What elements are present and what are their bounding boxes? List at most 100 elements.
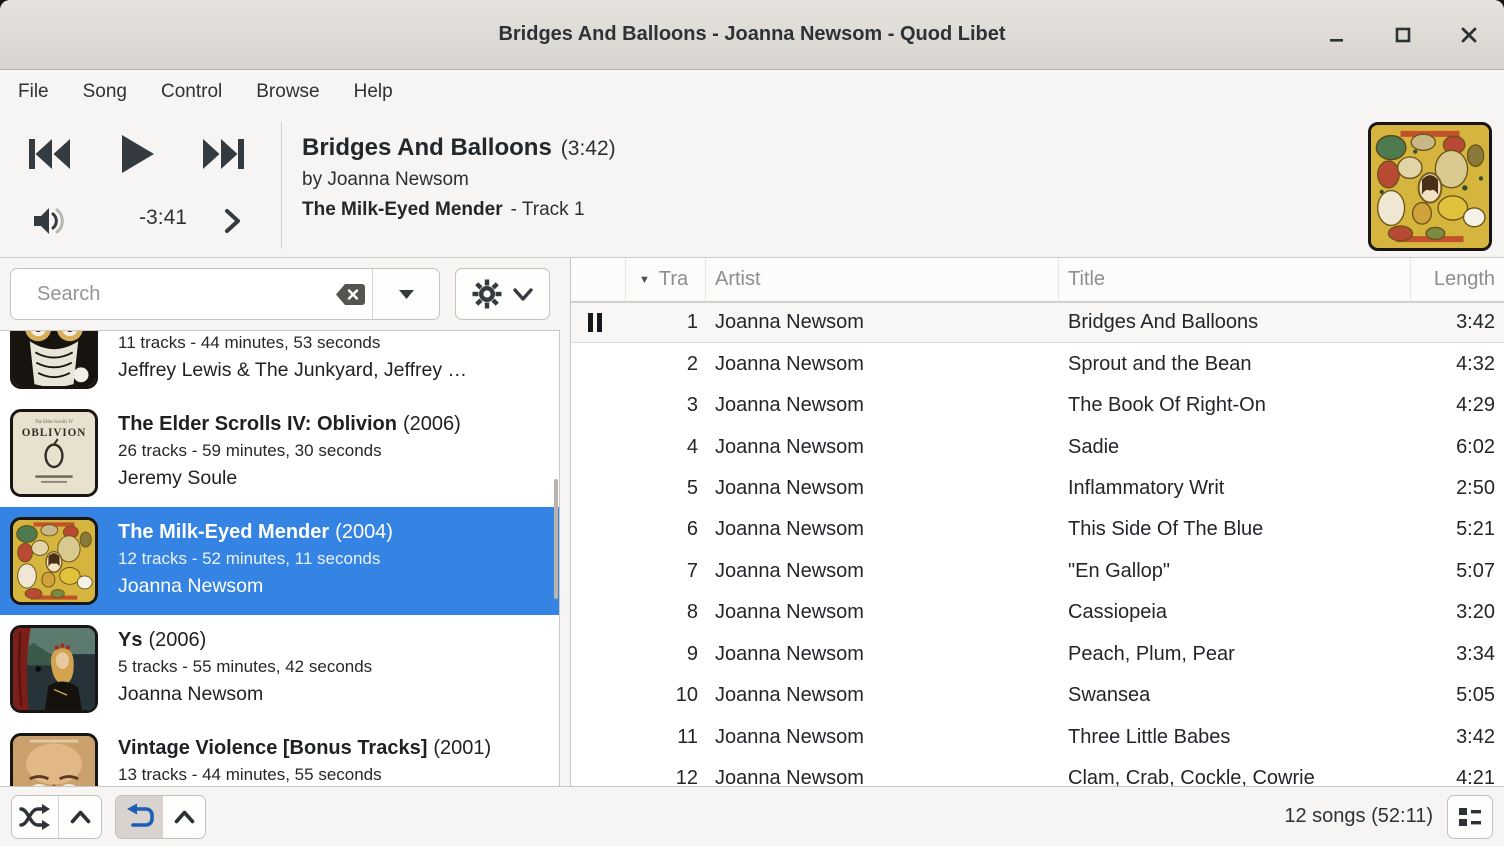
menu-browse[interactable]: Browse bbox=[239, 75, 336, 109]
album-browser-pane: 11 tracks - 44 minutes, 53 seconds Jeffr… bbox=[0, 258, 560, 786]
album-item-oblivion[interactable]: The Elder Scrolls IV OBLIVION The Elder … bbox=[0, 399, 559, 507]
playback-controls: -3:41 bbox=[0, 114, 281, 257]
cell-length: 5:05 bbox=[1411, 684, 1504, 707]
cell-title: Sadie bbox=[1059, 436, 1411, 459]
album-art-oblivion: The Elder Scrolls IV OBLIVION bbox=[10, 409, 98, 497]
repeat-control-group bbox=[115, 795, 206, 839]
minimize-icon bbox=[1328, 26, 1346, 44]
cell-title: Bridges And Balloons bbox=[1059, 311, 1411, 334]
album-list-scrollbar[interactable] bbox=[554, 479, 558, 599]
repeat-menu-button[interactable] bbox=[162, 796, 205, 838]
statusbar: 12 songs (52:11) bbox=[0, 786, 1504, 846]
cell-length: 3:42 bbox=[1411, 726, 1504, 749]
table-row[interactable]: 12 Joanna Newsom Clam, Crab, Cockle, Cow… bbox=[571, 758, 1504, 786]
shuffle-button[interactable] bbox=[12, 796, 58, 838]
album-art-ys bbox=[10, 625, 98, 713]
column-header-artist[interactable]: Artist bbox=[706, 258, 1059, 301]
cell-length: 5:21 bbox=[1411, 518, 1504, 541]
cell-title: Inflammatory Writ bbox=[1059, 477, 1411, 500]
album-item-ys[interactable]: Ys(2006) 5 tracks - 55 minutes, 42 secon… bbox=[0, 615, 559, 723]
minimize-button[interactable] bbox=[1324, 22, 1350, 48]
song-list-pane: ▼ Tra Artist Title Length 1 Joanna Newso… bbox=[570, 258, 1504, 786]
table-row[interactable]: 2 Joanna Newsom Sprout and the Bean 4:32 bbox=[571, 343, 1504, 384]
album-title: Vintage Violence [Bonus Tracks](2001) bbox=[118, 733, 491, 763]
cell-artist: Joanna Newsom bbox=[706, 560, 1059, 583]
table-row[interactable]: 3 Joanna Newsom The Book Of Right-On 4:2… bbox=[571, 385, 1504, 426]
pause-icon bbox=[588, 313, 603, 332]
chevron-right-icon bbox=[222, 208, 242, 234]
menu-file[interactable]: File bbox=[1, 75, 66, 109]
table-row[interactable]: 4 Joanna Newsom Sadie 6:02 bbox=[571, 426, 1504, 467]
cell-title: Three Little Babes bbox=[1059, 726, 1411, 749]
milk-eyed-mender-art bbox=[1371, 125, 1489, 248]
search-input[interactable] bbox=[11, 269, 328, 319]
column-header-playing[interactable] bbox=[571, 258, 626, 301]
close-button[interactable] bbox=[1456, 22, 1482, 48]
play-icon bbox=[116, 131, 158, 177]
play-button[interactable] bbox=[116, 131, 158, 182]
table-row[interactable]: 9 Joanna Newsom Peach, Plum, Pear 3:34 bbox=[571, 634, 1504, 675]
album-info: 26 tracks - 59 minutes, 30 seconds bbox=[118, 439, 461, 464]
gear-icon bbox=[472, 279, 502, 309]
column-header-length[interactable]: Length bbox=[1411, 258, 1504, 301]
time-remaining[interactable]: -3:41 bbox=[118, 206, 208, 230]
queue-toggle-button[interactable] bbox=[1447, 795, 1493, 839]
menu-song[interactable]: Song bbox=[66, 75, 144, 109]
album-art-vintage-violence bbox=[10, 733, 98, 786]
seek-menu-button[interactable] bbox=[222, 208, 242, 239]
column-header-title[interactable]: Title bbox=[1059, 258, 1411, 301]
album-item-vintage-violence[interactable]: Vintage Violence [Bonus Tracks](2001) 13… bbox=[0, 723, 559, 786]
search-history-dropdown[interactable] bbox=[373, 269, 439, 319]
album-item-jeffrey-lewis[interactable]: 11 tracks - 44 minutes, 53 seconds Jeffr… bbox=[0, 330, 559, 399]
cell-track: 9 bbox=[626, 643, 706, 666]
cell-artist: Joanna Newsom bbox=[706, 394, 1059, 417]
album-info: 13 tracks - 44 minutes, 55 seconds bbox=[118, 763, 491, 786]
album-artist: Joanna Newsom bbox=[118, 680, 372, 709]
now-playing-album-art bbox=[1368, 122, 1492, 251]
song-duration: (3:42) bbox=[561, 137, 616, 160]
app-window: Bridges And Balloons - Joanna Newsom - Q… bbox=[0, 0, 1504, 846]
menu-control[interactable]: Control bbox=[144, 75, 239, 109]
cell-track: 3 bbox=[626, 394, 706, 417]
queue-icon bbox=[1457, 805, 1483, 829]
now-playing-info: Bridges And Balloons(3:42) by Joanna New… bbox=[282, 114, 1504, 257]
cell-track: 4 bbox=[626, 436, 706, 459]
table-row[interactable]: 1 Joanna Newsom Bridges And Balloons 3:4… bbox=[571, 302, 1504, 343]
table-row[interactable]: 8 Joanna Newsom Cassiopeia 3:20 bbox=[571, 592, 1504, 633]
table-row[interactable]: 5 Joanna Newsom Inflammatory Writ 2:50 bbox=[571, 468, 1504, 509]
pane-divider[interactable] bbox=[560, 258, 570, 786]
volume-icon bbox=[32, 206, 64, 236]
chevron-up-icon bbox=[70, 810, 91, 824]
previous-button[interactable] bbox=[26, 132, 72, 181]
table-row[interactable]: 7 Joanna Newsom "En Gallop" 5:07 bbox=[571, 551, 1504, 592]
playing-indicator-cell bbox=[571, 313, 626, 332]
clear-search-button[interactable] bbox=[328, 269, 372, 319]
volume-button[interactable] bbox=[32, 206, 64, 241]
next-button[interactable] bbox=[201, 132, 247, 181]
maximize-button[interactable] bbox=[1390, 22, 1416, 48]
menu-help[interactable]: Help bbox=[337, 75, 410, 109]
cell-artist: Joanna Newsom bbox=[706, 477, 1059, 500]
titlebar[interactable]: Bridges And Balloons - Joanna Newsom - Q… bbox=[0, 0, 1504, 70]
album-item-milk-eyed-mender[interactable]: The Milk-Eyed Mender(2004) 12 tracks - 5… bbox=[0, 507, 559, 615]
next-icon bbox=[201, 132, 247, 176]
cell-track: 11 bbox=[626, 726, 706, 749]
table-row[interactable]: 11 Joanna Newsom Three Little Babes 3:42 bbox=[571, 716, 1504, 757]
clear-search-icon bbox=[335, 283, 366, 306]
table-row[interactable]: 6 Joanna Newsom This Side Of The Blue 5:… bbox=[571, 509, 1504, 550]
cell-title: Sprout and the Bean bbox=[1059, 353, 1411, 376]
svg-text:OBLIVION: OBLIVION bbox=[22, 427, 87, 439]
album-artist: Jeremy Soule bbox=[118, 464, 461, 493]
song-title: Bridges And Balloons bbox=[302, 134, 552, 161]
cell-track: 10 bbox=[626, 684, 706, 707]
browser-preferences-button[interactable] bbox=[455, 268, 550, 320]
cell-length: 3:34 bbox=[1411, 643, 1504, 666]
table-row[interactable]: 10 Joanna Newsom Swansea 5:05 bbox=[571, 675, 1504, 716]
column-header-track[interactable]: ▼ Tra bbox=[626, 258, 706, 301]
shuffle-menu-button[interactable] bbox=[58, 796, 101, 838]
repeat-button[interactable] bbox=[116, 796, 162, 838]
album-artist: Joanna Newsom bbox=[118, 572, 393, 601]
cell-artist: Joanna Newsom bbox=[706, 767, 1059, 786]
cell-title: This Side Of The Blue bbox=[1059, 518, 1411, 541]
cell-length: 4:29 bbox=[1411, 394, 1504, 417]
